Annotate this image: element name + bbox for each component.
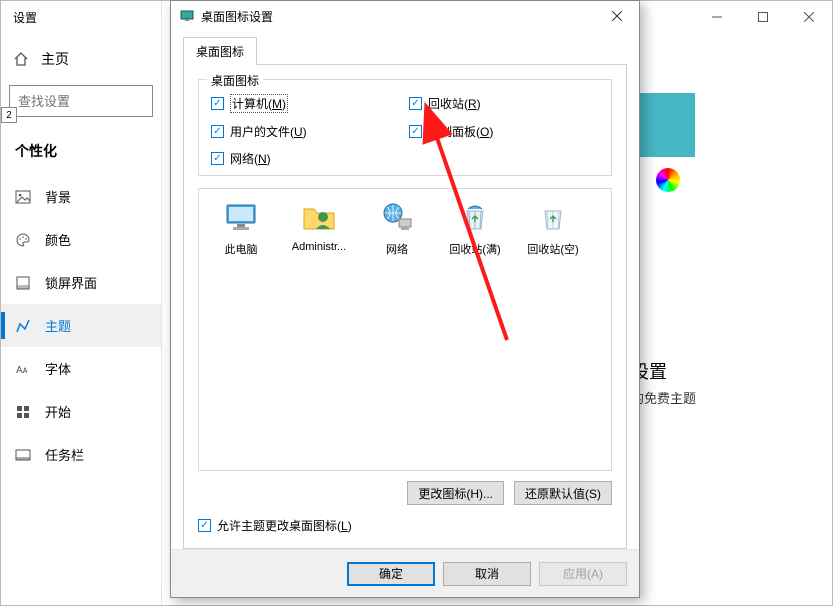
nav-label: 锁屏界面 bbox=[45, 273, 97, 292]
icon-item-recycle-empty[interactable]: 回收站(空) bbox=[517, 199, 589, 257]
picture-icon bbox=[15, 189, 31, 205]
change-icon-button[interactable]: 更改图标(H)... bbox=[407, 481, 504, 505]
dialog-close-button[interactable] bbox=[595, 1, 639, 31]
related-settings-sub: 的免费主题 bbox=[631, 388, 696, 407]
maximize-button[interactable] bbox=[740, 1, 786, 33]
network-icon bbox=[377, 199, 417, 235]
icon-item-userfolder[interactable]: Administr... bbox=[283, 199, 355, 257]
recycle-full-icon bbox=[455, 199, 495, 235]
check-userfiles[interactable]: 用户的文件(U) bbox=[211, 123, 401, 140]
dialog-titlebar: 桌面图标设置 bbox=[171, 1, 639, 31]
restore-defaults-button[interactable]: 还原默认值(S) bbox=[514, 481, 612, 505]
start-icon bbox=[15, 404, 31, 420]
nav-fonts[interactable]: Aᴀ 字体 bbox=[1, 347, 161, 390]
settings-title: 设置 bbox=[13, 9, 37, 26]
user-folder-icon bbox=[299, 199, 339, 235]
icon-label: Administr... bbox=[283, 241, 355, 253]
group-desktop-icons: 桌面图标 计算机(M) 回收站(R) 用户的文件(U) bbox=[198, 79, 612, 176]
icon-listbox[interactable]: 此电脑 Administr... 网络 回收站(满) bbox=[198, 188, 612, 471]
nav-label: 背景 bbox=[45, 187, 71, 206]
icon-item-thispc[interactable]: 此电脑 bbox=[205, 199, 277, 257]
ok-button[interactable]: 确定 bbox=[347, 562, 435, 586]
icon-label: 此电脑 bbox=[205, 241, 277, 257]
nav-label: 主题 bbox=[45, 316, 71, 335]
icon-label: 网络 bbox=[361, 241, 433, 257]
themes-icon bbox=[15, 318, 31, 334]
color-swatch[interactable] bbox=[631, 93, 695, 157]
dialog-app-icon bbox=[179, 7, 195, 26]
nav-themes[interactable]: 主题 bbox=[1, 304, 161, 347]
tab-desktop-icons[interactable]: 桌面图标 bbox=[183, 37, 257, 65]
check-allow-themes[interactable]: 允许主题更改桌面图标(L) bbox=[198, 517, 612, 534]
dialog-footer: 确定 取消 应用(A) bbox=[171, 549, 639, 597]
nav-label: 开始 bbox=[45, 402, 71, 421]
icon-label: 回收站(空) bbox=[517, 241, 589, 257]
checkbox-icon bbox=[211, 152, 224, 165]
tab-panel: 桌面图标 计算机(M) 回收站(R) 用户的文件(U) bbox=[183, 64, 627, 549]
check-recyclebin[interactable]: 回收站(R) bbox=[409, 94, 599, 113]
desktop-icon-dialog: 桌面图标设置 桌面图标 桌面图标 计算机(M) 回收站(R) bbox=[170, 0, 640, 598]
checkbox-icon bbox=[409, 125, 422, 138]
check-controlpanel[interactable]: 控制面板(O) bbox=[409, 123, 599, 140]
icon-label: 回收站(满) bbox=[439, 241, 511, 257]
recycle-empty-icon bbox=[533, 199, 573, 235]
nav-label: 颜色 bbox=[45, 230, 71, 249]
check-computer[interactable]: 计算机(M) bbox=[211, 94, 401, 113]
sidebar-section-header: 个性化 bbox=[1, 133, 161, 175]
search-box[interactable] bbox=[9, 85, 153, 117]
settings-sidebar: 主页 2 个性化 背景 颜色 锁屏界面 主题 bbox=[1, 33, 161, 605]
palette-icon bbox=[15, 232, 31, 248]
nav-start[interactable]: 开始 bbox=[1, 390, 161, 433]
check-network[interactable]: 网络(N) bbox=[211, 150, 401, 167]
home-label: 主页 bbox=[41, 49, 69, 69]
icon-item-network[interactable]: 网络 bbox=[361, 199, 433, 257]
minimize-button[interactable] bbox=[694, 1, 740, 33]
checkbox-icon bbox=[198, 519, 211, 532]
dialog-tabs: 桌面图标 bbox=[183, 37, 627, 65]
colorwheel-icon[interactable] bbox=[656, 168, 680, 192]
group-legend: 桌面图标 bbox=[207, 72, 263, 89]
dialog-title: 桌面图标设置 bbox=[201, 8, 273, 25]
svg-text:Aᴀ: Aᴀ bbox=[16, 365, 28, 376]
nav-colors[interactable]: 颜色 bbox=[1, 218, 161, 261]
app-badge-icon: 2 bbox=[1, 107, 17, 123]
close-button[interactable] bbox=[786, 1, 832, 33]
home-nav[interactable]: 主页 bbox=[1, 39, 161, 79]
checkbox-icon bbox=[211, 125, 224, 138]
nav-label: 任务栏 bbox=[45, 445, 84, 464]
icon-item-recycle-full[interactable]: 回收站(满) bbox=[439, 199, 511, 257]
nav-taskbar[interactable]: 任务栏 bbox=[1, 433, 161, 476]
nav-background[interactable]: 背景 bbox=[1, 175, 161, 218]
lockscreen-icon bbox=[15, 275, 31, 291]
font-icon: Aᴀ bbox=[15, 361, 31, 377]
taskbar-icon bbox=[15, 447, 31, 463]
computer-icon bbox=[221, 199, 261, 235]
checkbox-icon bbox=[211, 97, 224, 110]
cancel-button[interactable]: 取消 bbox=[443, 562, 531, 586]
checkbox-icon bbox=[409, 97, 422, 110]
apply-button[interactable]: 应用(A) bbox=[539, 562, 627, 586]
nav-lockscreen[interactable]: 锁屏界面 bbox=[1, 261, 161, 304]
nav-label: 字体 bbox=[45, 359, 71, 378]
home-icon bbox=[13, 51, 29, 67]
